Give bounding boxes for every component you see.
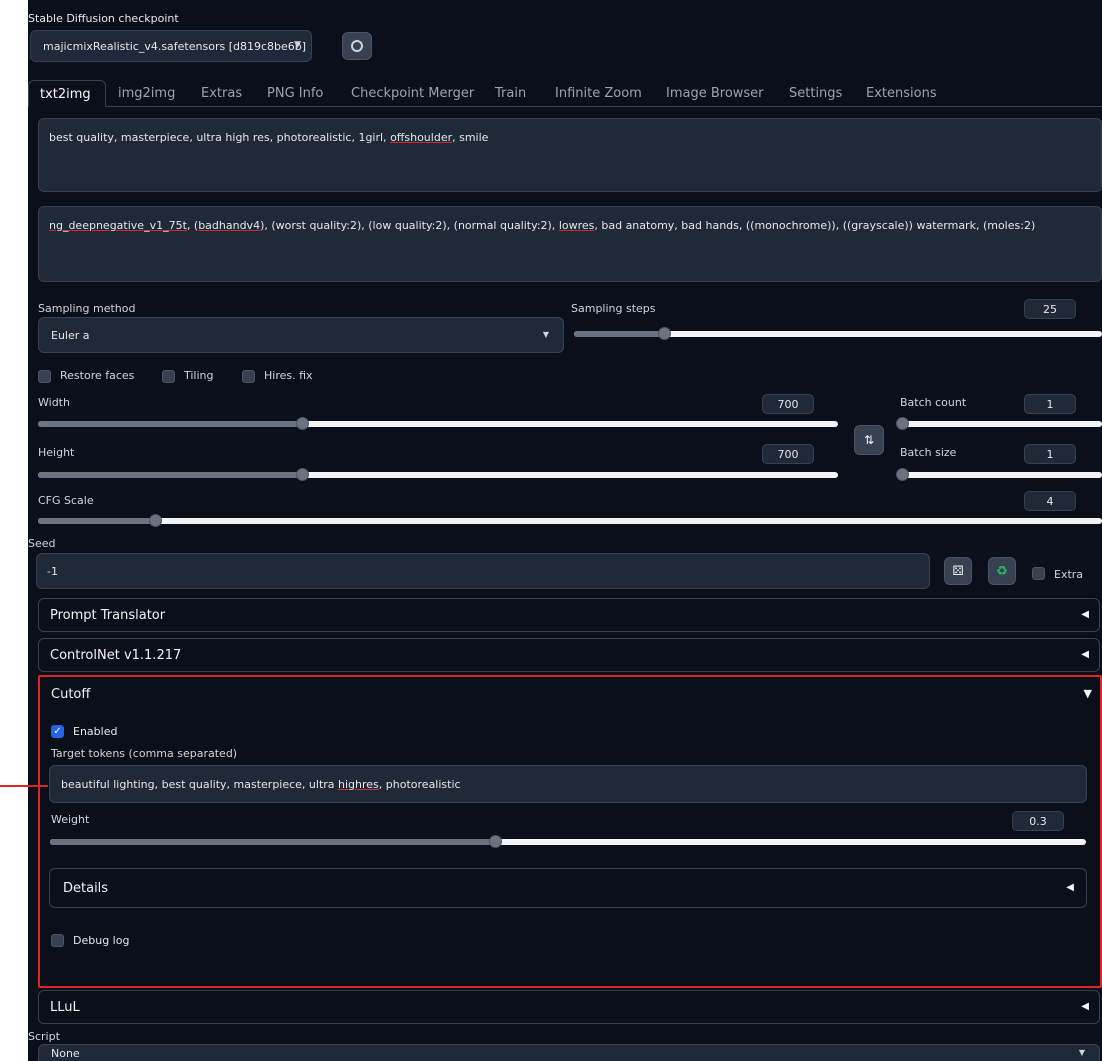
negative-prompt-textarea[interactable]: ng_deepnegative_v1_75t, (badhandv4), (wo… [38,206,1102,282]
tab-bar-divider [28,106,1102,107]
weight-input[interactable]: 0.3 [1012,811,1064,831]
collapse-arrow-icon: ◀ [1066,882,1074,893]
chevron-down-icon: ▼ [294,40,301,50]
tab-txt2img[interactable]: txt2img [28,80,106,107]
txt2img-app: Stable Diffusion checkpoint majicmixReal… [28,0,1102,1061]
cfg-scale-thumb[interactable] [149,514,163,527]
seed-value: -1 [47,565,58,578]
tiling-label: Tiling [184,369,214,382]
collapse-arrow-icon: ◀ [1081,609,1089,620]
lllul-accordion[interactable]: LLuL ◀ [38,990,1100,1024]
debug-log-checkbox[interactable] [51,934,64,947]
sampling-method-label: Sampling method [38,302,136,315]
refresh-checkpoint-button[interactable] [342,32,372,60]
refresh-icon [351,40,363,52]
batch-size-label: Batch size [900,446,957,459]
batch-size-input[interactable]: 1 [1024,444,1076,464]
tab-settings[interactable]: Settings [789,86,842,101]
prompt-text: best quality, masterpiece, ultra high re… [49,131,489,144]
target-tokens-input[interactable]: beautiful lighting, best quality, master… [49,765,1087,803]
sampling-steps-thumb[interactable] [657,327,671,340]
tab-extras[interactable]: Extras [201,86,242,101]
accordion-title: Prompt Translator [50,608,166,623]
random-seed-button[interactable]: ⚄ [944,557,972,585]
checkpoint-dropdown[interactable]: majicmixRealistic_v4.safetensors [d819c8… [30,30,312,62]
batch-count-slider[interactable] [902,421,1102,427]
recycle-icon: ♻ [996,563,1008,579]
negative-prompt-text: ng_deepnegative_v1_75t, (badhandv4), (wo… [49,219,1036,232]
weight-thumb[interactable] [489,835,503,848]
callout-line [0,785,48,787]
height-label: Height [38,446,75,459]
cfg-scale-slider[interactable] [38,518,1102,524]
batch-count-label: Batch count [900,396,967,409]
dice-icon: ⚄ [952,563,964,579]
controlnet-accordion[interactable]: ControlNet v1.1.217 ◀ [38,638,1100,672]
hires-fix-label: Hires. fix [264,369,313,382]
height-thumb[interactable] [296,468,309,481]
height-slider[interactable] [38,472,838,478]
prompt-translator-accordion[interactable]: Prompt Translator ◀ [38,598,1100,632]
checkpoint-value: majicmixRealistic_v4.safetensors [d819c8… [43,40,307,53]
sampling-steps-slider[interactable] [574,331,1102,337]
sampling-method-dropdown[interactable]: Euler a ▼ [38,317,564,353]
batch-count-thumb[interactable] [896,417,909,430]
tab-img2img[interactable]: img2img [118,86,175,101]
prompt-textarea[interactable]: best quality, masterpiece, ultra high re… [38,118,1102,192]
tab-label: txt2img [40,87,91,102]
cutoff-enabled-label: Enabled [73,725,118,738]
width-label: Width [38,396,70,409]
script-value: None [51,1047,80,1060]
cfg-scale-input[interactable]: 4 [1024,491,1076,511]
height-input[interactable]: 700 [762,444,814,464]
sampling-method-value: Euler a [51,329,90,342]
seed-label: Seed [28,537,56,550]
collapse-arrow-icon: ◀ [1081,1001,1089,1012]
script-dropdown[interactable]: None ▼ [38,1044,1100,1061]
reuse-seed-button[interactable]: ♻ [988,557,1016,585]
batch-count-input[interactable]: 1 [1024,394,1076,414]
collapse-arrow-icon: ◀ [1081,649,1089,660]
extra-seed-checkbox[interactable] [1032,567,1045,580]
details-accordion[interactable]: Details ◀ [49,868,1087,908]
width-slider[interactable] [38,421,838,427]
debug-log-label: Debug log [73,934,130,947]
expand-arrow-icon[interactable]: ▼ [1084,687,1092,700]
tab-train[interactable]: Train [495,86,526,101]
swap-dimensions-button[interactable]: ⇅ [854,425,884,455]
accordion-title: LLuL [50,1000,80,1015]
batch-size-slider[interactable] [902,472,1102,478]
width-input[interactable]: 700 [762,394,814,414]
cutoff-title[interactable]: Cutoff [51,687,90,702]
cutoff-panel: Cutoff ▼ ✓ Enabled Target tokens (comma … [38,675,1102,988]
tiling-checkbox[interactable] [162,370,175,383]
details-title: Details [63,881,109,896]
cfg-scale-label: CFG Scale [38,494,94,507]
weight-slider[interactable] [50,839,1086,845]
cutoff-enabled-checkbox[interactable]: ✓ [51,725,64,738]
sampling-steps-label: Sampling steps [571,302,656,315]
seed-input[interactable]: -1 [36,553,930,589]
hires-fix-checkbox[interactable] [242,370,255,383]
sampling-steps-input[interactable]: 25 [1024,299,1076,319]
restore-faces-checkbox[interactable] [38,370,51,383]
checkpoint-label: Stable Diffusion checkpoint [28,12,179,25]
tab-extensions[interactable]: Extensions [866,86,937,101]
accordion-title: ControlNet v1.1.217 [50,648,182,663]
extra-seed-label: Extra [1054,568,1084,581]
batch-size-thumb[interactable] [896,468,909,481]
chevron-down-icon: ▼ [1078,1048,1085,1057]
tab-checkpoint-merger[interactable]: Checkpoint Merger [351,86,474,101]
width-thumb[interactable] [296,417,309,430]
restore-faces-label: Restore faces [60,369,135,382]
target-tokens-text: beautiful lighting, best quality, master… [61,778,461,791]
script-label: Script [28,1030,60,1043]
tab-image-browser[interactable]: Image Browser [666,86,764,101]
chevron-down-icon: ▼ [542,330,549,339]
tab-infinite-zoom[interactable]: Infinite Zoom [555,86,642,101]
tab-png-info[interactable]: PNG Info [267,86,323,101]
swap-icon: ⇅ [863,433,875,447]
weight-label: Weight [51,813,90,826]
target-tokens-label: Target tokens (comma separated) [51,747,238,760]
